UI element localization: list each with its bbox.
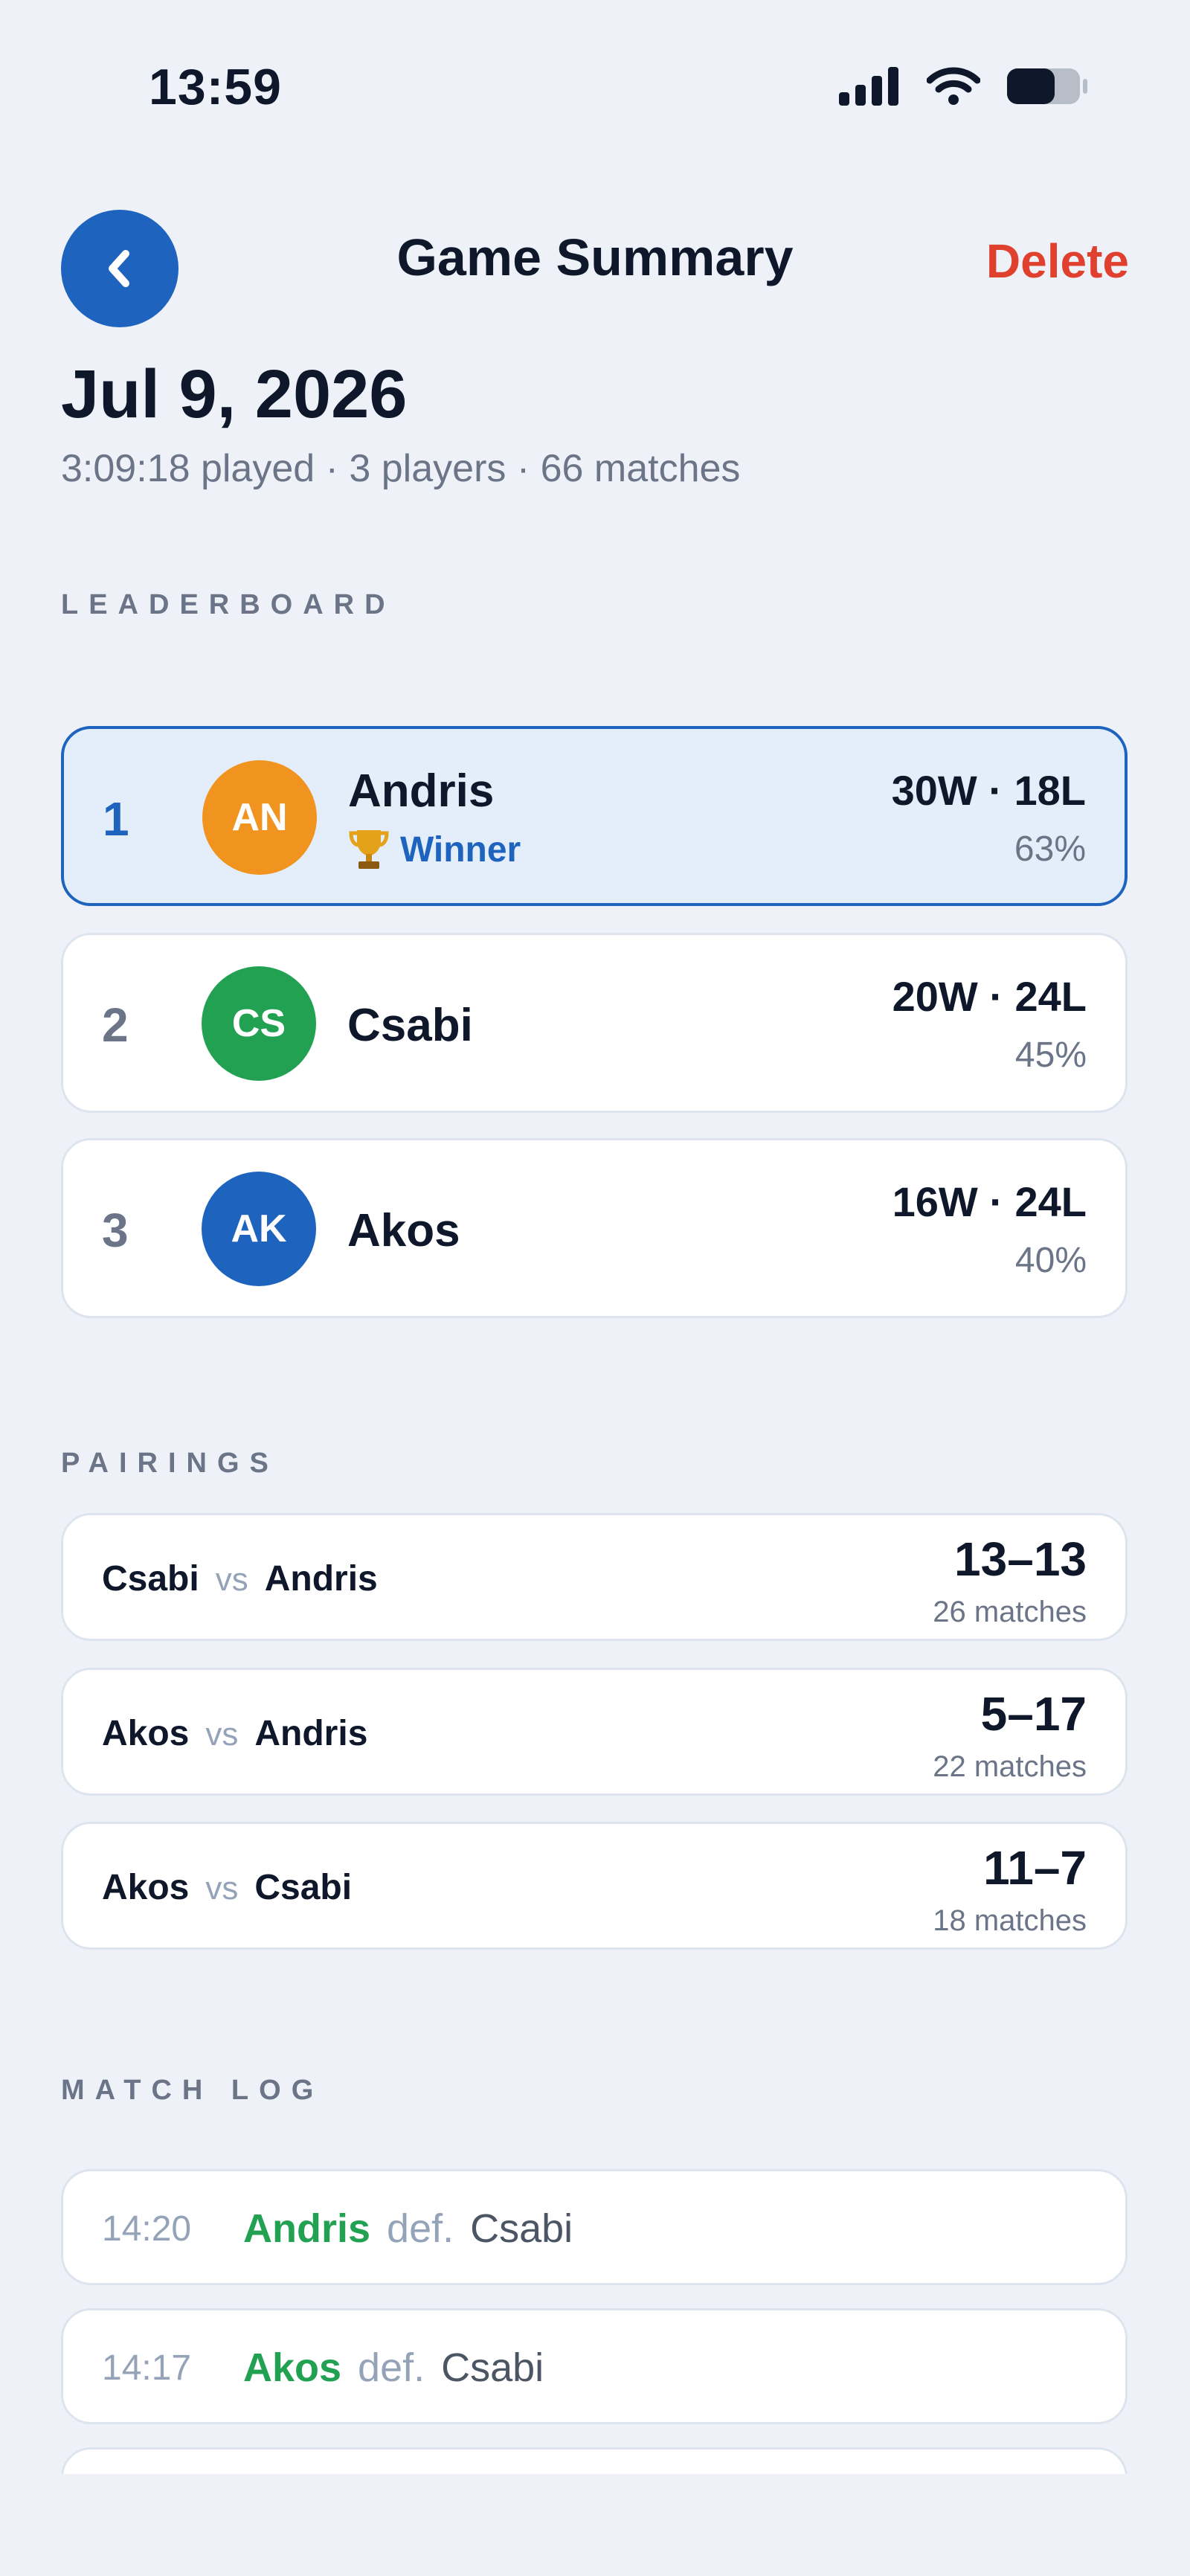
match-winner: Akos bbox=[243, 2345, 342, 2390]
pairing-match-count: 26 matches bbox=[933, 1596, 1087, 1628]
wifi-icon bbox=[927, 67, 980, 105]
avatar: CS bbox=[202, 966, 316, 1081]
match-loser: Csabi bbox=[470, 2206, 573, 2251]
match-log-row[interactable]: 14:20 Andris def. Csabi bbox=[61, 2169, 1128, 2285]
match-time: 14:17 bbox=[102, 2348, 192, 2388]
pairing-score: 5–17 bbox=[980, 1687, 1087, 1741]
vs-label: vs bbox=[215, 1561, 248, 1598]
cellular-signal-icon bbox=[839, 67, 898, 106]
pairing-player-a: Akos bbox=[102, 1868, 190, 1907]
pairing-player-a: Csabi bbox=[102, 1559, 199, 1599]
pairing-player-a: Akos bbox=[102, 1714, 190, 1753]
win-loss-record: 20W · 24L bbox=[892, 973, 1087, 1020]
pairing-players: Akos vs Andris bbox=[102, 1713, 367, 1754]
trophy-icon bbox=[349, 830, 389, 869]
leaderboard-row[interactable]: 1 AN Andris Winner 30W · 18L 63% bbox=[61, 726, 1128, 906]
win-percentage: 40% bbox=[1014, 1241, 1087, 1280]
winner-badge: Winner bbox=[348, 827, 521, 872]
status-icons bbox=[839, 65, 1089, 107]
def-label: def. bbox=[387, 2206, 454, 2251]
match-winner: Andris bbox=[243, 2206, 371, 2251]
pairings-heading: PAIRINGS bbox=[61, 1448, 279, 1479]
pairing-row[interactable]: Csabi vs Andris 13–13 26 matches bbox=[61, 1513, 1128, 1641]
vs-label: vs bbox=[205, 1870, 239, 1907]
leaderboard-row[interactable]: 2 CS Csabi 20W · 24L 45% bbox=[61, 933, 1128, 1113]
game-date: Jul 9, 2026 bbox=[61, 356, 408, 432]
leaderboard-heading: LEADERBOARD bbox=[61, 589, 396, 620]
match-log-row-clipped bbox=[61, 2447, 1128, 2474]
pairing-player-b: Andris bbox=[264, 1559, 378, 1599]
pairing-match-count: 22 matches bbox=[933, 1750, 1087, 1783]
win-loss-record: 16W · 24L bbox=[892, 1178, 1087, 1225]
pairing-row[interactable]: Akos vs Andris 5–17 22 matches bbox=[61, 1668, 1128, 1796]
match-loser: Csabi bbox=[441, 2345, 544, 2390]
match-log-heading: MATCH LOG bbox=[61, 2075, 324, 2106]
player-name: Akos bbox=[347, 1205, 460, 1256]
pairing-score: 11–7 bbox=[983, 1841, 1087, 1895]
win-loss-record: 30W · 18L bbox=[891, 767, 1086, 814]
rank-number: 2 bbox=[102, 998, 129, 1052]
pairing-player-b: Csabi bbox=[254, 1868, 353, 1907]
pairing-players: Akos vs Csabi bbox=[102, 1867, 352, 1908]
match-result: Andris def. Csabi bbox=[243, 2206, 573, 2252]
avatar: AN bbox=[202, 760, 317, 875]
player-name: Csabi bbox=[347, 1000, 473, 1051]
battery-icon bbox=[1007, 68, 1087, 104]
avatar: AK bbox=[202, 1172, 316, 1286]
match-result: Akos def. Csabi bbox=[243, 2345, 544, 2391]
pairing-row[interactable]: Akos vs Csabi 11–7 18 matches bbox=[61, 1822, 1128, 1950]
vs-label: vs bbox=[205, 1716, 239, 1753]
leaderboard-row[interactable]: 3 AK Akos 16W · 24L 40% bbox=[61, 1138, 1128, 1318]
win-percentage: 63% bbox=[1014, 829, 1086, 869]
pairing-match-count: 18 matches bbox=[933, 1904, 1087, 1937]
pairing-player-b: Andris bbox=[254, 1714, 368, 1753]
def-label: def. bbox=[358, 2345, 425, 2390]
pairing-players: Csabi vs Andris bbox=[102, 1558, 378, 1599]
win-percentage: 45% bbox=[1014, 1035, 1087, 1075]
winner-label: Winner bbox=[400, 829, 521, 870]
status-time: 13:59 bbox=[149, 59, 282, 115]
match-log-row[interactable]: 14:17 Akos def. Csabi bbox=[61, 2308, 1128, 2424]
player-name: Andris bbox=[348, 765, 495, 817]
match-time: 14:20 bbox=[102, 2209, 192, 2249]
pairing-score: 13–13 bbox=[954, 1532, 1087, 1586]
rank-number: 1 bbox=[103, 792, 129, 846]
rank-number: 3 bbox=[102, 1204, 129, 1257]
delete-button[interactable]: Delete bbox=[986, 234, 1129, 289]
game-subtitle: 3:09:18 played · 3 players · 66 matches bbox=[61, 447, 741, 490]
